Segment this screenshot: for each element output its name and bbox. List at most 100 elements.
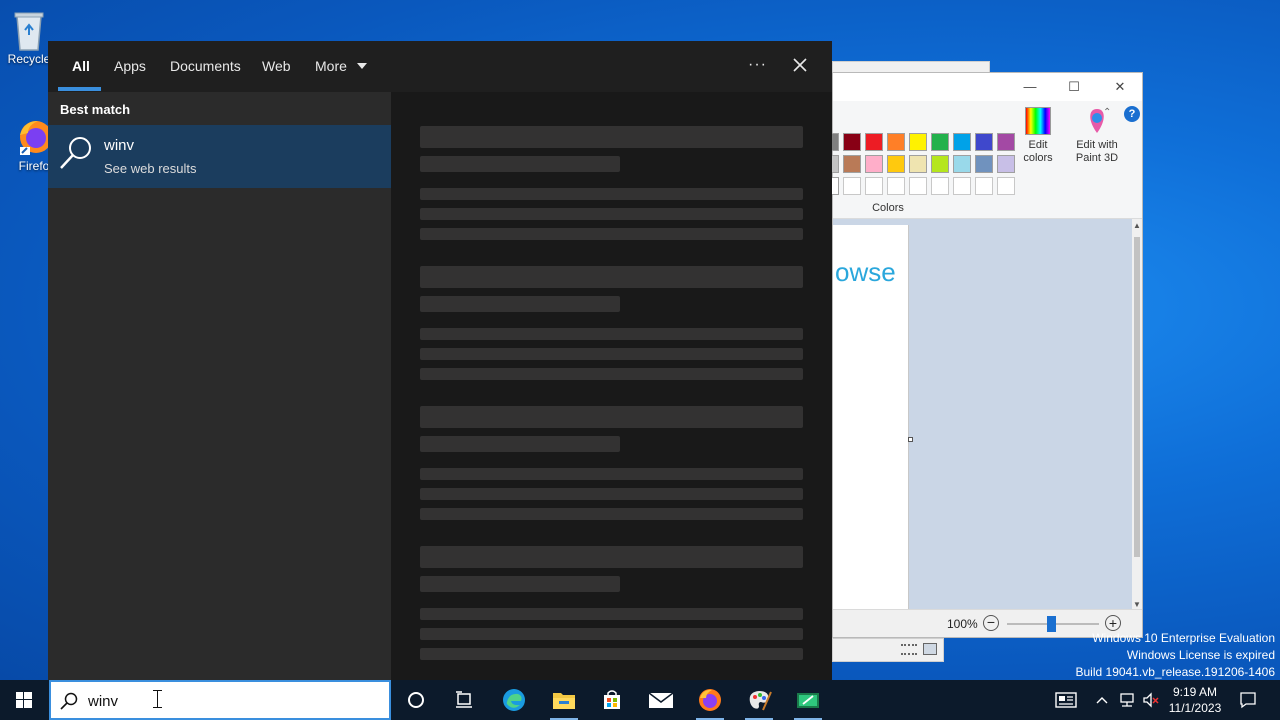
- empty-color-swatch[interactable]: [953, 177, 971, 195]
- loading-placeholder-bar: [420, 228, 803, 240]
- taskbar-search-box[interactable]: winv: [49, 680, 391, 720]
- loading-placeholder-bar: [420, 508, 803, 520]
- edit-paint3d-label: Edit with Paint 3D: [1075, 139, 1119, 164]
- minimize-icon[interactable]: —: [1022, 79, 1038, 95]
- loading-placeholder-bar: [420, 156, 620, 172]
- edit-paint3d-button[interactable]: Edit with Paint 3D: [1069, 107, 1125, 173]
- canvas-text: owse: [835, 257, 896, 287]
- color-swatch[interactable]: [909, 155, 927, 173]
- color-swatch[interactable]: [931, 155, 949, 173]
- zoom-slider[interactable]: [1007, 616, 1099, 632]
- loading-placeholder-bar: [420, 208, 803, 220]
- tab-more[interactable]: More: [315, 58, 367, 74]
- firefox-icon: [699, 689, 721, 711]
- search-icon: [58, 135, 94, 176]
- windows-logo-icon: [16, 692, 32, 708]
- task-view-button[interactable]: [440, 680, 488, 720]
- color-swatch[interactable]: [931, 133, 949, 151]
- maximize-icon[interactable]: ☐: [1066, 79, 1082, 95]
- edit-colors-label: Edit colors: [1023, 139, 1053, 164]
- zoom-level: 100%: [947, 617, 978, 631]
- color-swatch[interactable]: [909, 133, 927, 151]
- preview-pane-loading: [391, 92, 832, 680]
- news-button[interactable]: [1050, 680, 1082, 720]
- empty-color-swatch[interactable]: [865, 177, 883, 195]
- active-tab-indicator: [58, 87, 101, 91]
- loading-placeholder-bar: [420, 488, 803, 500]
- mail-button[interactable]: [637, 680, 685, 720]
- search-icon: [60, 692, 78, 710]
- more-options-button[interactable]: ···: [748, 56, 767, 74]
- color-swatch[interactable]: [865, 133, 883, 151]
- paint-canvas[interactable]: owse: [833, 225, 909, 611]
- zoom-slider-thumb[interactable]: [1047, 616, 1056, 632]
- loading-placeholder-bar: [420, 546, 803, 568]
- close-search-button[interactable]: [789, 54, 811, 76]
- show-hidden-icons-button[interactable]: [1092, 680, 1112, 720]
- edit-colors-button[interactable]: Edit colors: [1019, 107, 1057, 173]
- firefox-taskbar-button[interactable]: [686, 680, 734, 720]
- network-button[interactable]: [1116, 680, 1138, 720]
- vertical-scrollbar[interactable]: ▲ ▼: [1132, 219, 1142, 611]
- rainbow-icon: [1025, 107, 1051, 135]
- start-button[interactable]: [0, 680, 48, 720]
- color-swatch[interactable]: [975, 155, 993, 173]
- snipping-tool-button[interactable]: [784, 680, 832, 720]
- color-swatch[interactable]: [843, 133, 861, 151]
- empty-color-swatch[interactable]: [909, 177, 927, 195]
- tab-apps[interactable]: Apps: [114, 58, 146, 74]
- folder-icon: [553, 693, 575, 709]
- color-swatch[interactable]: [953, 133, 971, 151]
- close-icon[interactable]: ✕: [1112, 79, 1128, 95]
- empty-color-swatch[interactable]: [843, 177, 861, 195]
- resize-handle[interactable]: [908, 437, 913, 442]
- view-list-icon[interactable]: [901, 644, 917, 655]
- color-swatch[interactable]: [997, 155, 1015, 173]
- color-swatch[interactable]: [887, 133, 905, 151]
- paint-canvas-area: owse: [833, 219, 1132, 611]
- empty-color-swatch[interactable]: [931, 177, 949, 195]
- paint-window[interactable]: — ☐ ✕ ⌃ ? Edit colors Edit with Paint 3D…: [821, 72, 1143, 638]
- empty-color-swatch[interactable]: [887, 177, 905, 195]
- loading-placeholder-bar: [420, 436, 620, 452]
- scroll-thumb[interactable]: [1134, 237, 1140, 557]
- volume-button[interactable]: [1140, 680, 1162, 720]
- screen-sketch-icon: [797, 693, 819, 708]
- paint3d-icon: [1084, 107, 1110, 135]
- scroll-up-icon[interactable]: ▲: [1133, 221, 1141, 230]
- zoom-out-icon[interactable]: −: [983, 615, 999, 631]
- file-explorer-button[interactable]: [540, 680, 588, 720]
- color-swatch[interactable]: [843, 155, 861, 173]
- scroll-down-icon[interactable]: ▼: [1133, 600, 1141, 609]
- results-pane: Best match winv See web results: [48, 92, 391, 680]
- paint-taskbar-button[interactable]: [735, 680, 783, 720]
- taskbar-clock[interactable]: 9:19 AM 11/1/2023: [1160, 684, 1230, 716]
- tab-all[interactable]: All: [72, 58, 90, 74]
- color-swatch[interactable]: [953, 155, 971, 173]
- help-icon[interactable]: ?: [1124, 106, 1140, 122]
- search-tabbar: All Apps Documents Web More ···: [48, 41, 832, 92]
- edge-button[interactable]: [490, 680, 538, 720]
- zoom-in-icon[interactable]: +: [1105, 615, 1121, 631]
- view-thumb-icon[interactable]: [923, 643, 937, 655]
- color-swatch[interactable]: [975, 133, 993, 151]
- store-button[interactable]: [588, 680, 636, 720]
- empty-color-swatch[interactable]: [997, 177, 1015, 195]
- network-icon: [1120, 693, 1134, 707]
- taskbar: winv 9:19 AM 11/1/2023: [0, 680, 1280, 720]
- paint-palette-icon: [749, 691, 772, 711]
- result-title: winv: [104, 137, 135, 154]
- color-swatch[interactable]: [997, 133, 1015, 151]
- result-subtitle: See web results: [104, 161, 197, 176]
- empty-color-swatch[interactable]: [975, 177, 993, 195]
- paint-titlebar[interactable]: — ☐ ✕: [833, 73, 1142, 101]
- tab-web[interactable]: Web: [262, 58, 291, 74]
- tab-documents[interactable]: Documents: [170, 58, 241, 74]
- notification-icon: [1240, 692, 1256, 709]
- best-match-result[interactable]: winv See web results: [48, 125, 391, 188]
- color-swatch[interactable]: [887, 155, 905, 173]
- action-center-button[interactable]: [1236, 680, 1260, 720]
- color-swatch[interactable]: [865, 155, 883, 173]
- cortana-button[interactable]: [392, 680, 440, 720]
- loading-placeholder-bar: [420, 406, 803, 428]
